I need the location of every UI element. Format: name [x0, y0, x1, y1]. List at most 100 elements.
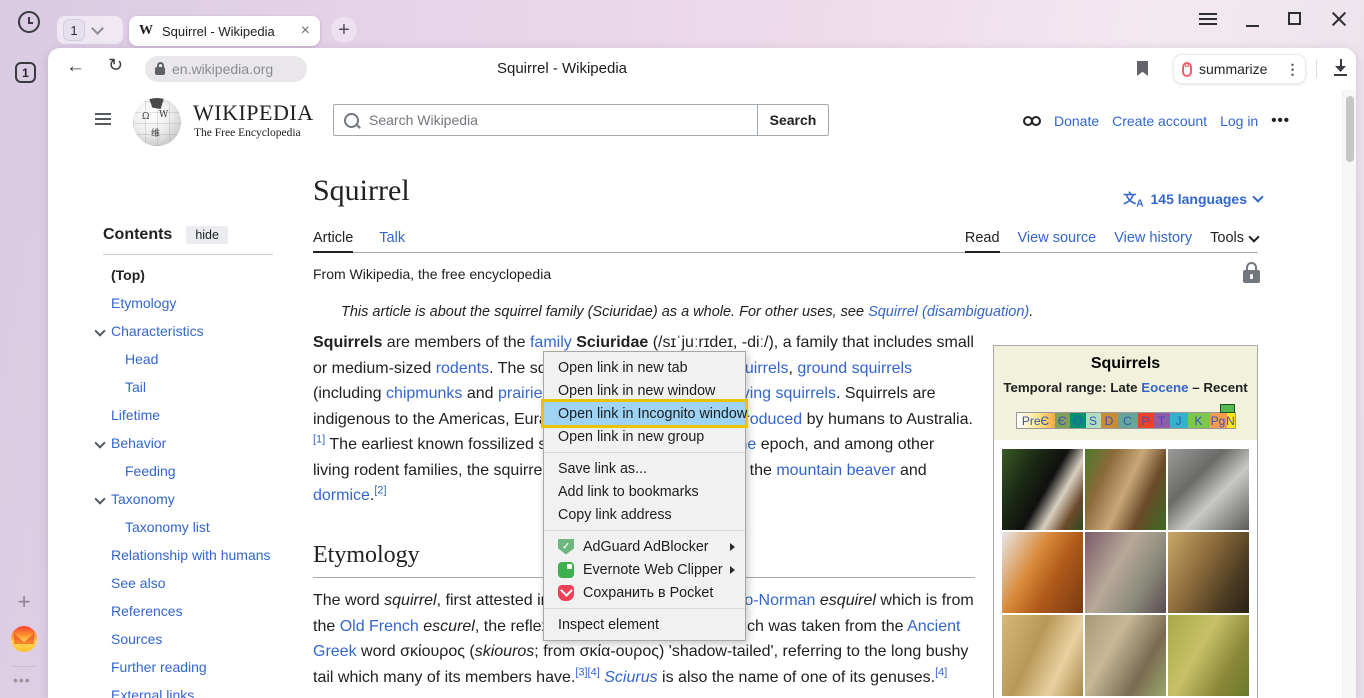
menu-item-open-link-in-incognito-window[interactable]: Open link in Incognito window: [544, 402, 745, 425]
tab-view-history[interactable]: View history: [1114, 224, 1192, 252]
wiki-link[interactable]: [2]: [374, 485, 386, 497]
wiki-link[interactable]: ground squirrels: [797, 360, 912, 377]
toc-item-head[interactable]: Head: [95, 345, 310, 373]
window-close-button[interactable]: [1331, 11, 1347, 27]
back-button[interactable]: ←: [66, 56, 85, 78]
reload-button[interactable]: ↻: [108, 55, 123, 76]
wiki-link[interactable]: Old French: [340, 618, 419, 635]
chevron-down-icon[interactable]: [95, 325, 106, 336]
timeline-period-n[interactable]: N: [1227, 413, 1235, 428]
toc-item-taxonomy-list[interactable]: Taxonomy list: [95, 513, 310, 541]
tab-close-icon[interactable]: ×: [301, 23, 310, 39]
toc-item-lifetime[interactable]: Lifetime: [95, 401, 310, 429]
toc-item-characteristics[interactable]: Characteristics: [95, 317, 310, 345]
wiki-link[interactable]: Squirrel (disambiguation): [868, 304, 1029, 320]
ssl-lock-icon[interactable]: [155, 67, 165, 75]
header-link-log-in[interactable]: Log in: [1220, 113, 1258, 129]
bookmark-icon[interactable]: [1137, 61, 1148, 76]
toc-item-further-reading[interactable]: Further reading: [95, 653, 310, 681]
browser-tab-active[interactable]: W Squirrel - Wikipedia ×: [129, 16, 320, 46]
chevron-down-icon[interactable]: [91, 22, 104, 35]
wiki-link[interactable]: mountain beaver: [776, 462, 895, 479]
wiki-link[interactable]: family: [530, 334, 572, 351]
wiki-link[interactable]: [4]: [935, 666, 947, 678]
ground-squirrel-photo[interactable]: [1085, 532, 1166, 613]
wiki-link[interactable]: flying squirrels: [734, 385, 836, 402]
timeline-period-pg[interactable]: Pg: [1210, 413, 1227, 428]
rail-tab-counter[interactable]: 1: [15, 62, 36, 83]
toc-item-feeding[interactable]: Feeding: [95, 457, 310, 485]
yandex-mail-icon[interactable]: [11, 626, 37, 652]
search-input[interactable]: [367, 111, 757, 129]
toc-item-top[interactable]: (Top): [95, 261, 310, 289]
wiki-link[interactable]: Eocene: [1141, 380, 1188, 395]
gray-squirrel-photo[interactable]: [1168, 449, 1249, 530]
timeline-period-o[interactable]: O: [1070, 413, 1086, 428]
chevron-down-icon[interactable]: [95, 493, 106, 504]
toc-item-see-also[interactable]: See also: [95, 569, 310, 597]
toc-item-etymology[interactable]: Etymology: [95, 289, 310, 317]
wiki-hamburger-icon[interactable]: [95, 113, 111, 125]
menu-item-evernote-web-clipper[interactable]: Evernote Web Clipper: [544, 558, 745, 581]
hidden-pages-icon[interactable]: [1023, 116, 1041, 126]
rail-more-icon[interactable]: •••: [13, 672, 31, 688]
menu-item-open-link-in-new-tab[interactable]: Open link in new tab: [544, 356, 745, 379]
header-link-create-account[interactable]: Create account: [1112, 113, 1207, 129]
toc-item-behavior[interactable]: Behavior: [95, 429, 310, 457]
timeline-period-j[interactable]: J: [1170, 413, 1188, 428]
summarize-button[interactable]: “ summarize ⋮: [1173, 54, 1306, 84]
wiki-link[interactable]: rodents: [436, 360, 489, 377]
menu-item-сохранить-в-pocket[interactable]: Сохранить в Pocket: [544, 581, 745, 604]
tab-group-pill[interactable]: 1: [57, 16, 123, 44]
wiki-link[interactable]: [1]: [313, 434, 325, 446]
timeline-period-preє[interactable]: PreЄ: [1017, 413, 1055, 428]
download-icon[interactable]: [1333, 59, 1348, 77]
address-bar[interactable]: en.wikipedia.org: [145, 56, 307, 82]
window-minimize-button[interactable]: [1246, 25, 1259, 27]
browser-menu-icon[interactable]: [1199, 13, 1217, 26]
prairie-dogs-photo[interactable]: [1168, 615, 1249, 696]
wiki-link[interactable]: dormice: [313, 487, 370, 504]
standing-squirrels-photo[interactable]: [1002, 615, 1083, 696]
tab-read[interactable]: Read: [965, 224, 1000, 252]
toc-item-tail[interactable]: Tail: [95, 373, 310, 401]
menu-item-open-link-in-new-window[interactable]: Open link in new window: [544, 379, 745, 402]
tab-talk[interactable]: Talk: [379, 224, 405, 252]
timeline-period-d[interactable]: D: [1101, 413, 1118, 428]
menu-item-adguard-adblocker[interactable]: ✓AdGuard AdBlocker: [544, 535, 745, 558]
marmots-photo[interactable]: [1085, 615, 1166, 696]
toc-item-relationship-with-humans[interactable]: Relationship with humans: [95, 541, 310, 569]
toc-hide-button[interactable]: hide: [186, 226, 228, 244]
scrollbar-thumb[interactable]: [1346, 96, 1354, 162]
toc-item-references[interactable]: References: [95, 597, 310, 625]
wikipedia-wordmark[interactable]: WIKIPEDIA: [193, 100, 314, 126]
wikipedia-globe-logo[interactable]: Ω W 维: [133, 98, 181, 146]
menu-item-open-link-in-new-group[interactable]: Open link in new group: [544, 425, 745, 448]
timeline-period-є[interactable]: Є: [1055, 413, 1070, 428]
prevosts-squirrel-photo[interactable]: [1002, 449, 1083, 530]
summarize-menu-icon[interactable]: ⋮: [1285, 66, 1299, 72]
menu-item-copy-link-address[interactable]: Copy link address: [544, 503, 745, 526]
timeline-period-p[interactable]: P: [1138, 413, 1154, 428]
history-clock-icon[interactable]: [18, 11, 40, 33]
page-scrollbar-track[interactable]: [1342, 90, 1356, 698]
rail-add-button[interactable]: +: [14, 592, 34, 612]
page-protection-lock-icon[interactable]: [1243, 262, 1260, 283]
menu-item-add-link-to-bookmarks[interactable]: Add link to bookmarks: [544, 480, 745, 503]
toc-item-taxonomy[interactable]: Taxonomy: [95, 485, 310, 513]
wiki-link[interactable]: [3][4]: [575, 666, 599, 678]
tab-article[interactable]: Article: [313, 224, 353, 252]
california-ground-squirrel-photo[interactable]: [1168, 532, 1249, 613]
header-more-icon[interactable]: •••: [1271, 112, 1290, 129]
window-maximize-button[interactable]: [1288, 12, 1301, 25]
wiki-link[interactable]: chipmunks: [386, 385, 462, 402]
chevron-down-icon[interactable]: [95, 437, 106, 448]
tab-tools[interactable]: Tools: [1210, 224, 1258, 252]
menu-item-save-link-as[interactable]: Save link as...: [544, 457, 745, 480]
toc-item-external-links[interactable]: External links: [95, 681, 310, 698]
timeline-period-k[interactable]: K: [1188, 413, 1210, 428]
toc-item-sources[interactable]: Sources: [95, 625, 310, 653]
chipmunk-photo[interactable]: [1085, 449, 1166, 530]
timeline-period-c[interactable]: C: [1118, 413, 1138, 428]
timeline-period-s[interactable]: S: [1086, 413, 1101, 428]
